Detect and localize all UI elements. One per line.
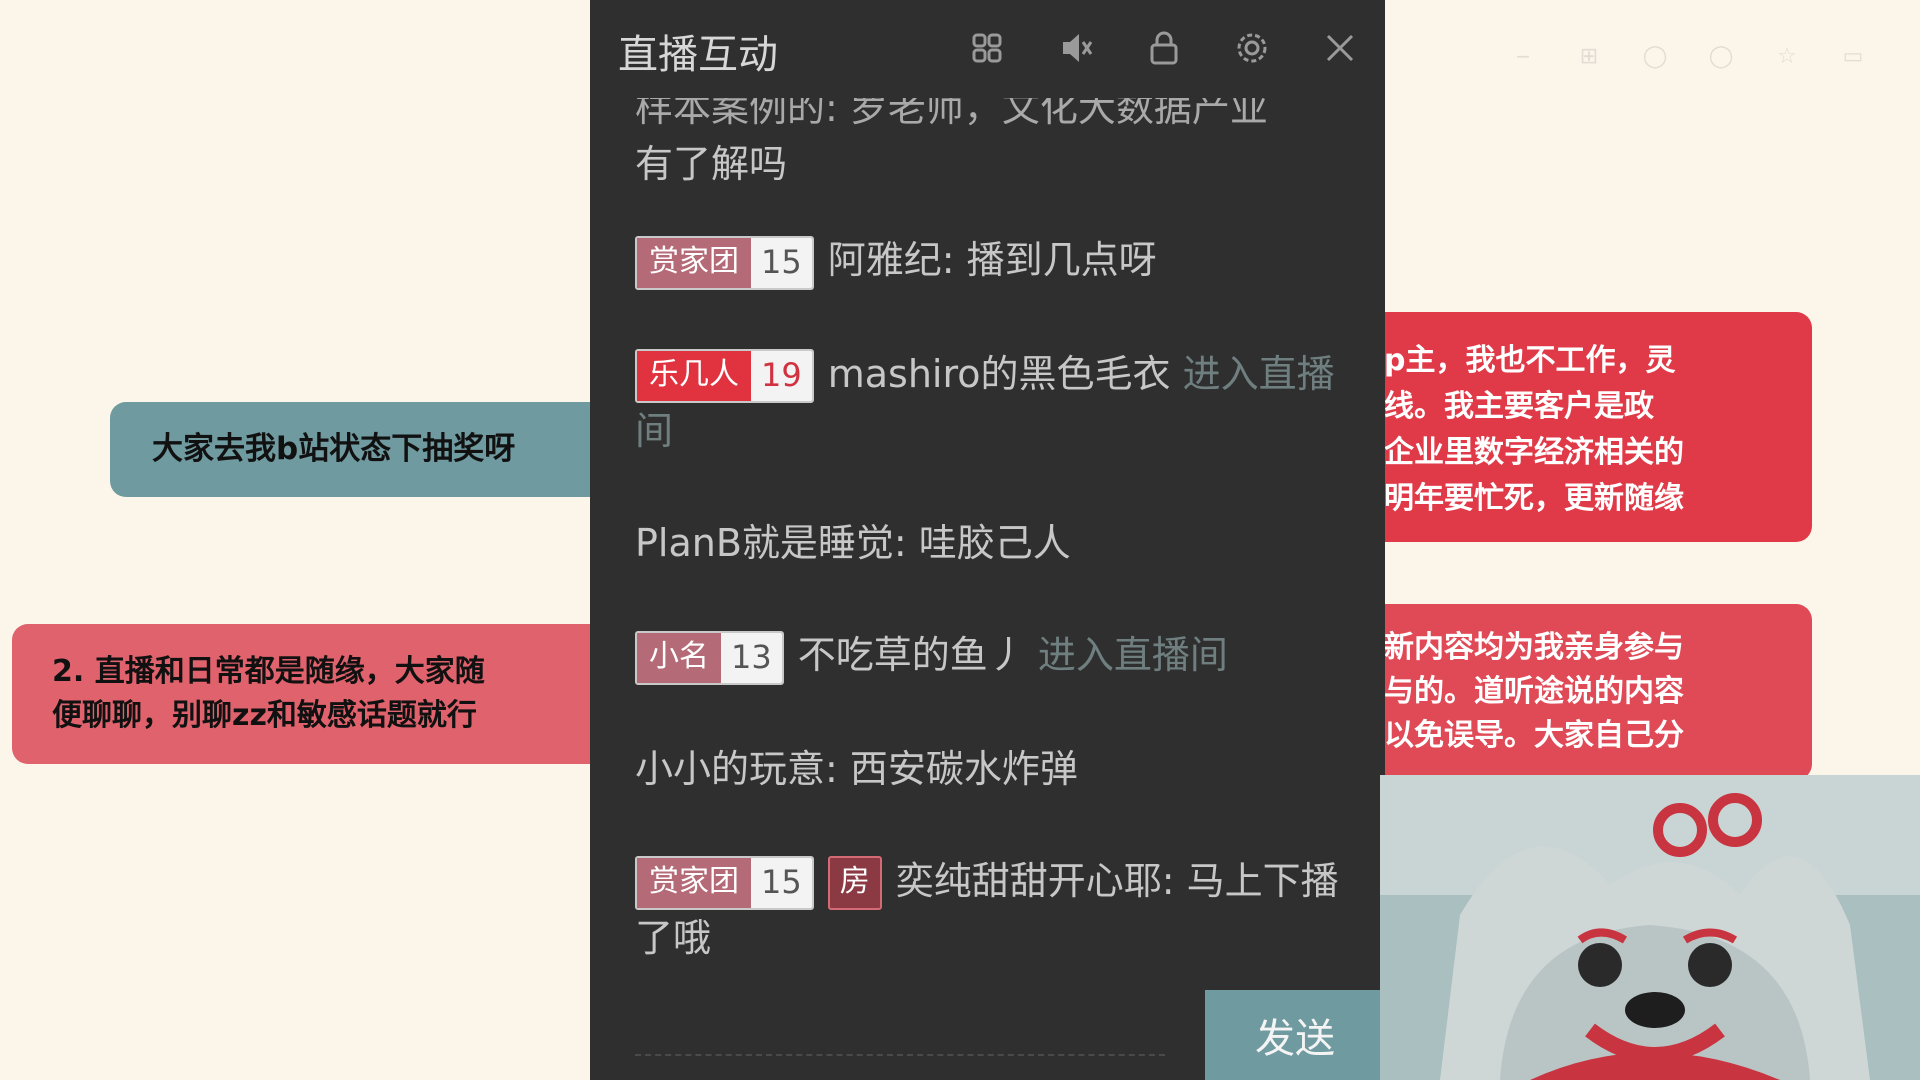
badge-name: 乐几人 [637, 351, 751, 401]
badge-name: 小名 [637, 632, 721, 683]
username[interactable]: 奕纯甜甜开心耶 [896, 859, 1162, 903]
close-icon[interactable] [1318, 26, 1362, 70]
live-interaction-panel: 直播互动 样本案例的: 罗老师，文化大数据产业 有了解吗 赏家团 15 阿雅纪: 播… [590, 0, 1385, 1080]
webcam-feed [1380, 775, 1920, 1080]
panel-title: 直播互动 [618, 32, 778, 78]
badge-name: 赏家团 [637, 858, 751, 908]
lock-icon[interactable] [1142, 26, 1186, 70]
note-about-line-1: p主，我也不工作，灵 [1384, 343, 1676, 378]
badge-name: 赏家团 [637, 237, 751, 288]
chat-message: 赏家团 15 阿雅纪: 播到几点呀 [635, 232, 1355, 290]
message-text: : 哇胶己人 [893, 521, 1071, 565]
fan-badge[interactable]: 小名 13 [635, 630, 784, 685]
note-about-line-2: 线。我主要客户是政 [1384, 389, 1654, 424]
message-list: 样本案例的: 罗老师，文化大数据产业 有了解吗 赏家团 15 阿雅纪: 播到几点呀 … [635, 80, 1355, 1022]
send-button[interactable]: 发送 [1205, 990, 1385, 1080]
message-text: : 播到几点呀 [941, 238, 1157, 282]
username[interactable]: 小小的玩意 [635, 747, 825, 791]
note-disclaimer-line-2: 与的。道听途说的内容 [1384, 674, 1684, 709]
enter-notice: 进入直播间 [1037, 633, 1228, 677]
badge-level: 13 [721, 632, 782, 683]
username[interactable]: 阿雅纪 [828, 238, 942, 282]
note-disclaimer: 新内容均为我亲身参与 与的。道听途说的内容 以免误导。大家自己分 [1330, 604, 1812, 780]
fan-badge[interactable]: 乐几人 19 [635, 349, 814, 403]
note-rules-line-2: 便聊聊，别聊zz和敏感话题就行 [52, 698, 477, 733]
badge-level: 15 [751, 237, 812, 288]
message-text: : 西安碳水炸弹 [825, 746, 1078, 791]
room-admin-badge: 房 [827, 856, 882, 910]
mute-icon[interactable] [1055, 26, 1099, 70]
webcam-image [1380, 775, 1920, 1080]
note-about-line-3: 企业里数字经济相关的 [1384, 435, 1684, 470]
chat-message: 赏家团 15 房奕纯甜甜开心耶: 马上下播了哦 [635, 853, 1355, 967]
badge-level: 19 [751, 351, 812, 401]
note-lottery: 大家去我b站状态下抽奖呀 [110, 402, 610, 497]
username[interactable]: PlanB就是睡觉 [635, 521, 894, 565]
chat-message: 小名 13 不吃草的鱼丿 进入直播间 [635, 627, 1355, 685]
username[interactable]: 不吃草的鱼丿 [798, 633, 1026, 677]
note-lottery-text: 大家去我b站状态下抽奖呀 [152, 431, 516, 467]
bg-minus-icon: ‒ [1516, 44, 1530, 69]
bg-window-icon: ▭ [1842, 44, 1864, 69]
bg-grid-icon: ⊞ [1579, 44, 1599, 69]
bg-user-icon: ◯ [1642, 44, 1668, 69]
note-rules-line-1: 2. 直播和日常都是随缘，大家随 [52, 654, 485, 689]
fan-badge[interactable]: 赏家团 15 [635, 856, 814, 910]
badge-level: 15 [751, 858, 812, 908]
expand-icon[interactable] [965, 26, 1009, 70]
bg-star-icon: ☆ [1777, 44, 1797, 69]
note-disclaimer-line-1: 新内容均为我亲身参与 [1384, 630, 1684, 665]
note-about-line-4: 明年要忙死，更新随缘 [1384, 481, 1684, 516]
fan-badge[interactable]: 赏家团 15 [635, 235, 814, 290]
message-line: 有了解吗 [635, 142, 788, 186]
chat-message: PlanB就是睡觉: 哇胶己人 [635, 515, 1355, 571]
username[interactable]: mashiro的黑色毛衣 [828, 352, 1171, 396]
settings-icon[interactable] [1230, 26, 1274, 70]
chat-input[interactable] [635, 1020, 1165, 1056]
note-disclaimer-line-3: 以免误导。大家自己分 [1384, 718, 1684, 753]
bg-user2-icon: ◯ [1708, 44, 1734, 69]
note-about: p主，我也不工作，灵 线。我主要客户是政 企业里数字经济相关的 明年要忙死，更新… [1330, 312, 1812, 542]
chat-message: 乐几人 19 mashiro的黑色毛衣 进入直播间 [635, 346, 1355, 460]
panel-header: 直播互动 [590, 0, 1385, 98]
note-rules: 2. 直播和日常都是随缘，大家随 便聊聊，别聊zz和敏感话题就行 [12, 624, 612, 764]
background-toolbar: ‒ ⊞ ◯ ◯ ☆ ▭ [1510, 44, 1866, 69]
chat-message: 小小的玩意: 西安碳水炸弹 [635, 741, 1355, 797]
